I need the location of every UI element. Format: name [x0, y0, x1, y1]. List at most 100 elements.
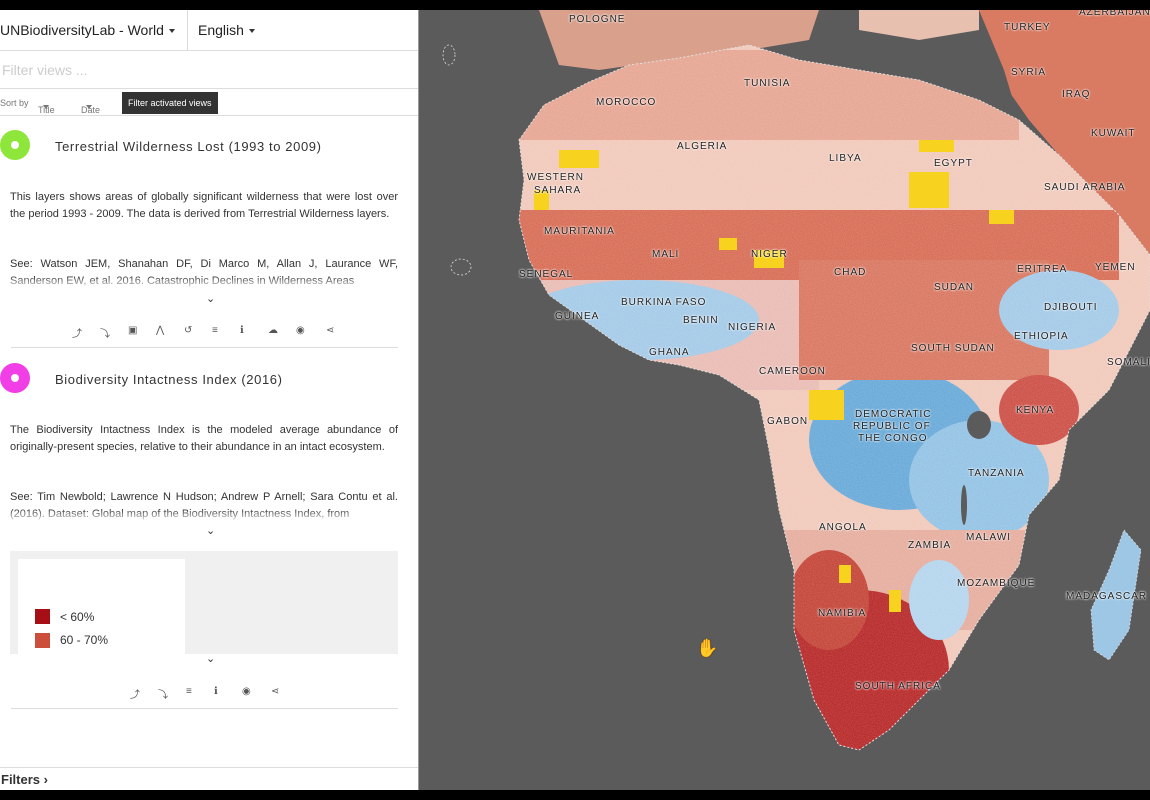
sort-bar: Sort by Title Date Filter activated view…: [0, 91, 418, 116]
world-select[interactable]: UNBiodiversityLab - World: [0, 22, 175, 38]
country-label: WESTERN: [527, 172, 584, 183]
country-label: MADAGASCAR: [1066, 591, 1148, 602]
move-up-icon[interactable]: ⤴: [72, 325, 82, 340]
hand-cursor-icon: ✋: [696, 638, 719, 658]
layer-title: Biodiversity Intactness Index (2016): [55, 372, 283, 387]
cape-verde-island: [450, 258, 472, 276]
country-label: MALI: [652, 249, 680, 260]
compare-icon[interactable]: ⋀: [156, 325, 164, 336]
layer-divider: [11, 708, 398, 709]
top-frame: [0, 0, 1150, 10]
layer-toggle-icon[interactable]: [0, 130, 30, 160]
country-label: SAHARA: [534, 185, 582, 196]
world-select-label: UNBiodiversityLab - World: [0, 22, 164, 38]
country-label: ANGOLA: [819, 522, 867, 533]
layer-divider: [11, 347, 398, 348]
layer-toggle-icon[interactable]: [0, 363, 30, 393]
country-label: ZAMBIA: [908, 540, 952, 551]
country-label: GABON: [767, 416, 809, 427]
country-label: CAMEROON: [759, 366, 826, 377]
settings-sliders-icon[interactable]: ≡: [186, 686, 192, 697]
filter-activated-views-button[interactable]: Filter activated views: [122, 92, 218, 114]
legend-label: < 60%: [60, 610, 95, 624]
country-label: KENYA: [1016, 405, 1055, 416]
country-label: SOUTH SUDAN: [911, 343, 995, 354]
country-label: MOROCCO: [596, 97, 657, 108]
panel-header: UNBiodiversityLab - World English: [0, 10, 418, 51]
lake-victoria: [967, 411, 991, 439]
legend-swatch: [35, 633, 50, 648]
country-label: BURKINA FASO: [621, 297, 707, 308]
country-label: TURKEY: [1004, 22, 1051, 33]
reset-icon[interactable]: ↺: [184, 325, 192, 336]
country-label: SENEGAL: [519, 269, 574, 280]
country-label: SAUDI ARABIA: [1044, 182, 1126, 193]
turkey-landmass: [859, 10, 979, 40]
country-label: NIGER: [751, 249, 788, 260]
legend-box: < 60% 60 - 70%: [10, 551, 398, 654]
caret-down-icon: [168, 29, 175, 34]
lake-tanganyika: [961, 485, 967, 525]
info-icon[interactable]: ℹ: [214, 686, 218, 697]
filters-toggle[interactable]: Filters ›: [0, 767, 418, 790]
country-label: IRAQ: [1062, 89, 1091, 100]
camera-icon[interactable]: ◉: [242, 686, 251, 697]
layer-toolbar: ⤴ ⤵ ≡ ℹ ◉ ⋖: [130, 686, 290, 701]
map-canvas[interactable]: POLOGNE TURKEY AZERBAIJAN TUNISIA MOROCC…: [419, 10, 1150, 790]
camera-icon[interactable]: ◉: [296, 325, 305, 336]
country-label: SYRIA: [1011, 67, 1047, 78]
text-fade: [10, 509, 398, 523]
caret-down-icon: [248, 29, 255, 34]
country-label: TUNISIA: [744, 78, 791, 89]
language-select[interactable]: English: [198, 22, 255, 38]
layer-description: The Biodiversity Intactness Index is the…: [10, 424, 398, 453]
expand-chevron-icon[interactable]: ⌄: [206, 292, 215, 305]
caret-down-icon: [86, 105, 92, 109]
image-icon[interactable]: ▣: [128, 325, 137, 336]
country-label: YEMEN: [1095, 262, 1136, 273]
country-label: KUWAIT: [1091, 128, 1136, 139]
layer-description: This layers shows areas of globally sign…: [10, 191, 398, 220]
caret-down-icon: [43, 105, 49, 109]
country-label: ERITREA: [1017, 264, 1068, 275]
layer-panel: UNBiodiversityLab - World English Sort b…: [0, 10, 419, 790]
share-icon[interactable]: ⋖: [271, 686, 279, 697]
country-label: REPUBLIC OF: [853, 421, 931, 432]
country-label: DEMOCRATIC: [855, 409, 932, 420]
bottom-frame: [0, 790, 1150, 800]
country-label: ALGERIA: [677, 141, 728, 152]
country-label: EGYPT: [934, 158, 973, 169]
country-label: TANZANIA: [968, 468, 1025, 479]
country-label: NIGERIA: [728, 322, 777, 333]
country-label: MAURITANIA: [544, 226, 615, 237]
move-up-icon[interactable]: ⤴: [130, 686, 140, 701]
share-icon[interactable]: ⋖: [326, 325, 334, 336]
layer-toolbar: ⤴ ⤵ ▣ ⋀ ↺ ≡ ℹ ☁ ◉ ⋖: [72, 325, 342, 340]
sort-by-label: Sort by: [0, 98, 29, 108]
settings-sliders-icon[interactable]: ≡: [212, 325, 218, 336]
country-label: SOUTH AFRICA: [855, 681, 941, 692]
country-label: MOZAMBIQUE: [957, 578, 1036, 589]
legend-swatch: [35, 609, 50, 624]
country-label: LIBYA: [829, 153, 862, 164]
country-label: ETHIOPIA: [1014, 331, 1069, 342]
layer-title: Terrestrial Wilderness Lost (1993 to 200…: [55, 139, 322, 154]
filter-views-input[interactable]: [0, 51, 418, 89]
africa-map: [442, 10, 1150, 751]
text-fade: [10, 276, 398, 290]
info-icon[interactable]: ℹ: [240, 325, 244, 336]
expand-chevron-icon[interactable]: ⌄: [206, 652, 215, 665]
country-label: SUDAN: [934, 282, 975, 293]
expand-chevron-icon[interactable]: ⌄: [206, 524, 215, 537]
move-down-icon[interactable]: ⤵: [158, 686, 168, 701]
country-label: MALAWI: [966, 532, 1012, 543]
legend-label: 60 - 70%: [60, 633, 109, 647]
country-label: THE CONGO: [858, 433, 928, 444]
country-label: BENIN: [683, 315, 719, 326]
header-separator: [187, 10, 188, 50]
download-icon[interactable]: ☁: [268, 325, 278, 336]
country-label: AZERBAIJAN: [1079, 10, 1150, 18]
country-label: GUINEA: [555, 311, 600, 322]
language-select-label: English: [198, 22, 244, 38]
move-down-icon[interactable]: ⤵: [100, 325, 110, 340]
